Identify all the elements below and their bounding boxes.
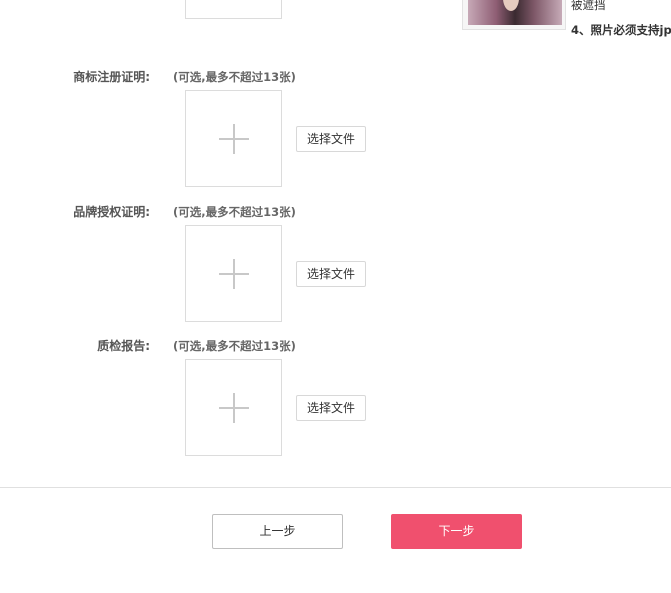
upload-box-partial[interactable] bbox=[185, 0, 282, 19]
brand-auth-choose-file-button[interactable]: 选择文件 bbox=[296, 261, 366, 287]
sample-photo bbox=[462, 0, 566, 30]
prev-step-button[interactable]: 上一步 bbox=[212, 514, 343, 549]
quality-report-choose-file-button[interactable]: 选择文件 bbox=[296, 395, 366, 421]
brand-auth-upload-box[interactable] bbox=[185, 225, 282, 322]
quality-report-label: 质检报告: bbox=[97, 339, 150, 353]
trademark-label: 商标注册证明: bbox=[73, 70, 150, 84]
plus-icon bbox=[218, 258, 249, 289]
trademark-choose-file-button[interactable]: 选择文件 bbox=[296, 126, 366, 152]
brand-auth-label: 品牌授权证明: bbox=[73, 205, 150, 219]
next-step-button[interactable]: 下一步 bbox=[391, 514, 522, 549]
trademark-hint: (可选,最多不超过13张) bbox=[173, 70, 296, 84]
footer-divider bbox=[0, 487, 671, 488]
tip-line-2: 4、照片必须支持jp bbox=[571, 23, 671, 37]
tip-line-1: 被遮挡 bbox=[571, 0, 606, 12]
trademark-upload-box[interactable] bbox=[185, 90, 282, 187]
quality-report-hint: (可选,最多不超过13张) bbox=[173, 339, 296, 353]
plus-icon bbox=[218, 123, 249, 154]
quality-report-upload-box[interactable] bbox=[185, 359, 282, 456]
brand-auth-hint: (可选,最多不超过13张) bbox=[173, 205, 296, 219]
upload-credentials-page: 被遮挡 4、照片必须支持jp 商标注册证明: (可选,最多不超过13张) 选择文… bbox=[0, 0, 671, 593]
plus-icon bbox=[218, 392, 249, 423]
